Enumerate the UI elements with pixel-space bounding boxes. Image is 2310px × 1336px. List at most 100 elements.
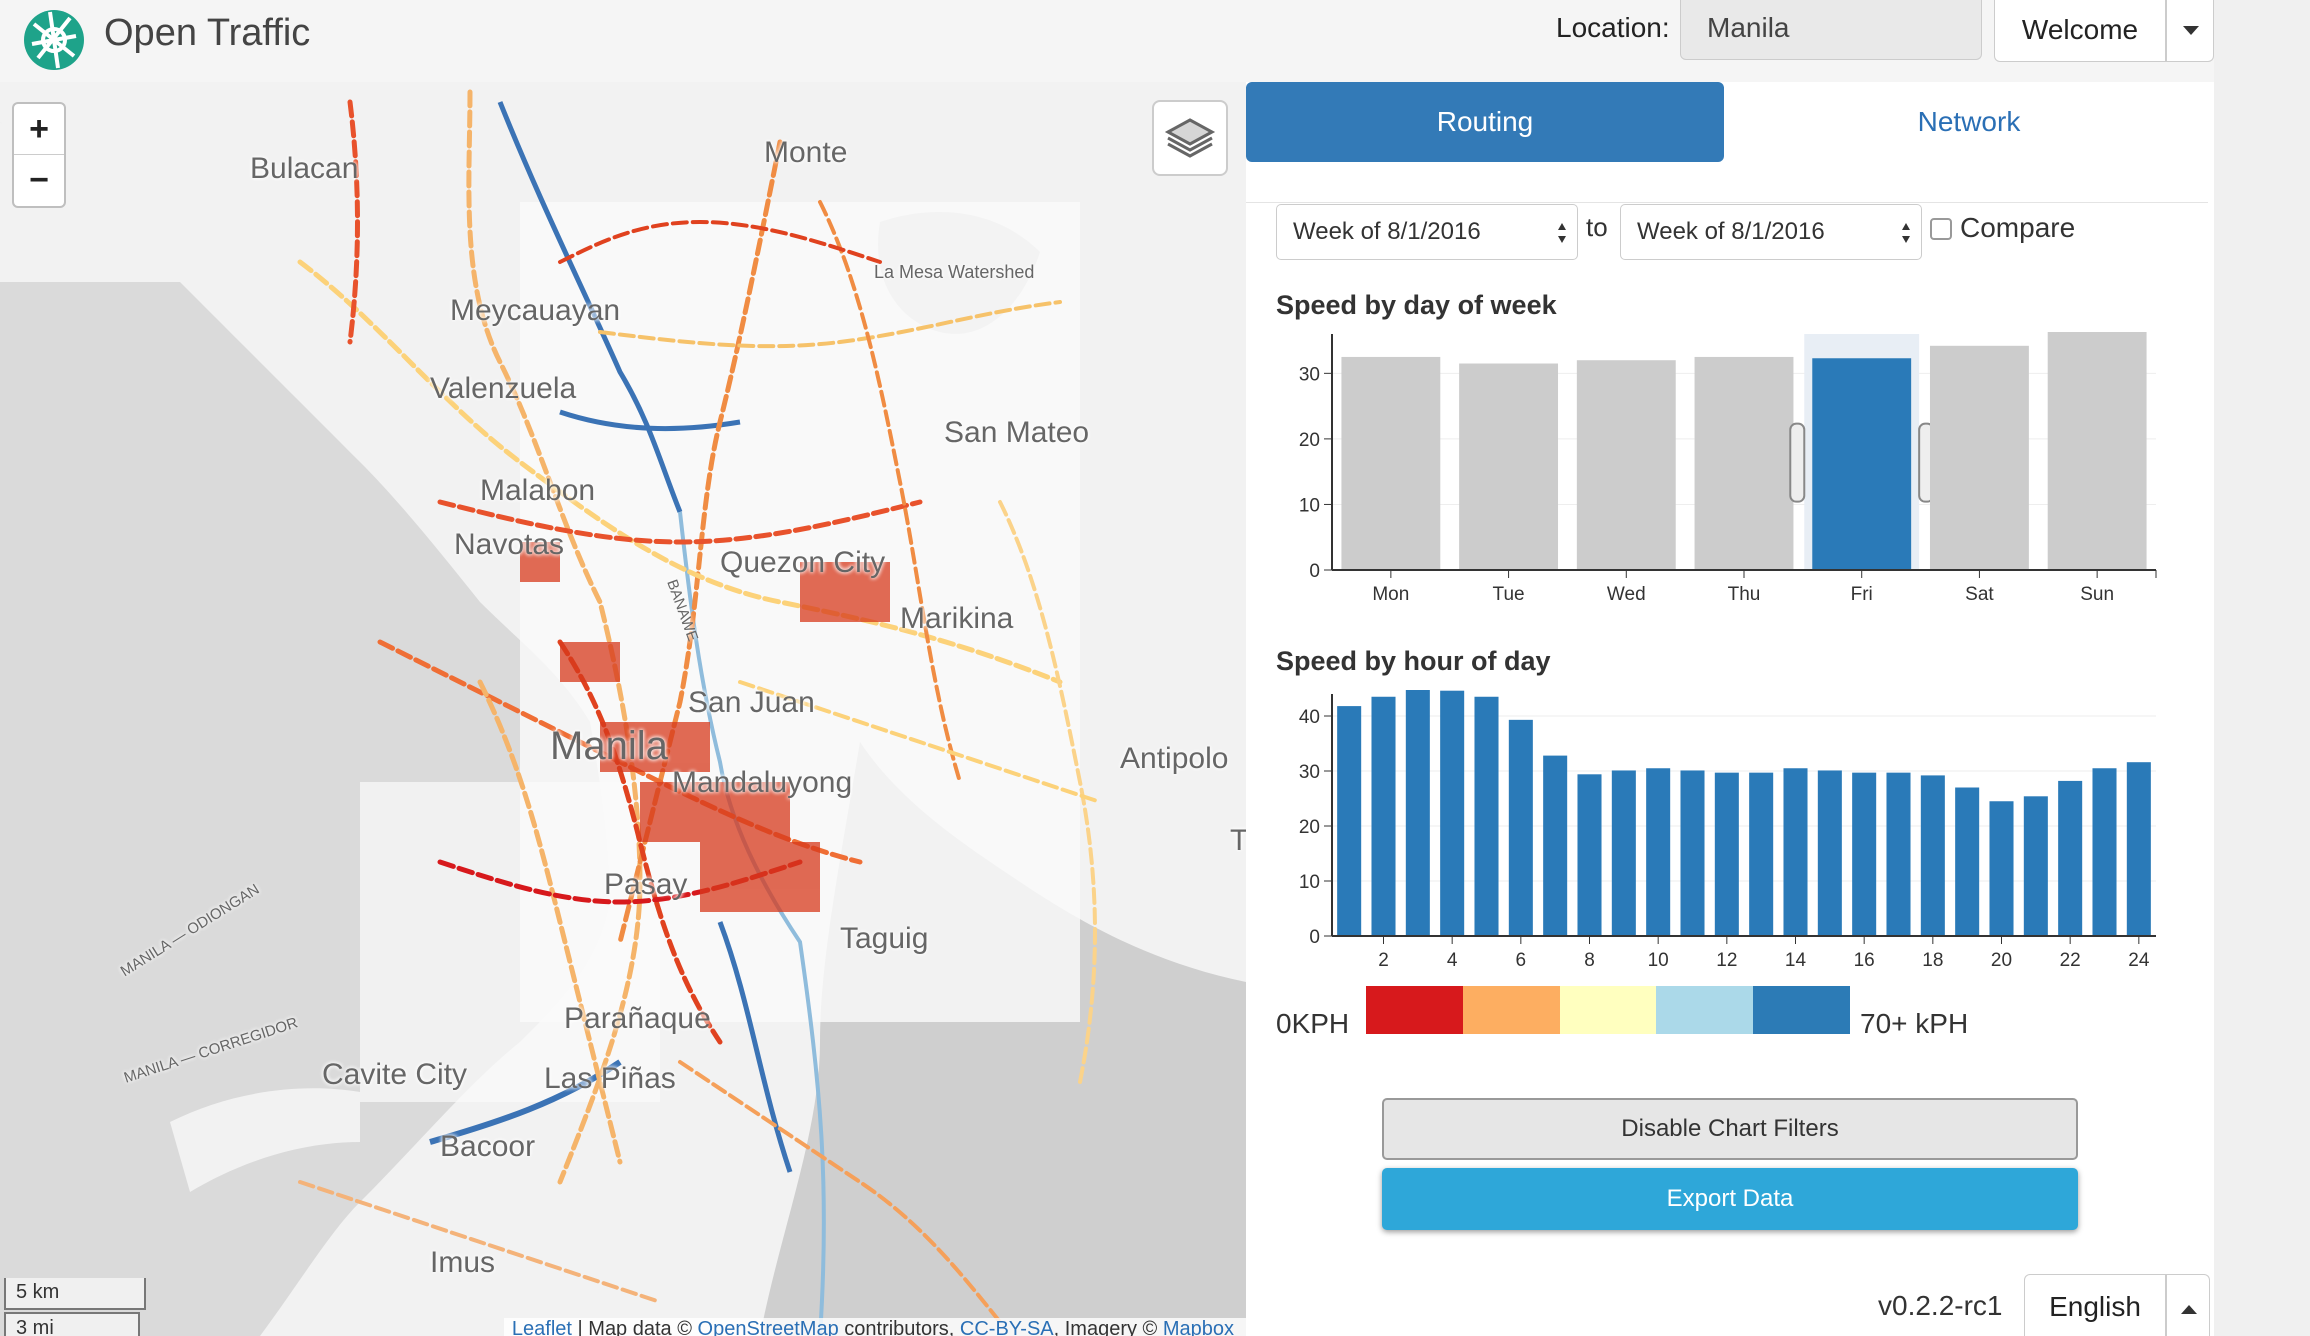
x-tick-label: 10 bbox=[1648, 950, 1669, 971]
y-tick-label: 10 bbox=[1299, 495, 1320, 516]
divider bbox=[1246, 202, 2208, 203]
legend-swatch bbox=[1656, 986, 1754, 1034]
bar bbox=[1920, 775, 1945, 936]
from-week-select[interactable]: Week of 8/1/2016 bbox=[1276, 204, 1578, 260]
zoom-in-button[interactable]: + bbox=[14, 104, 64, 155]
map-label: T bbox=[1230, 824, 1246, 857]
chevron-down-icon bbox=[2183, 26, 2199, 35]
y-tick-label: 0 bbox=[1309, 561, 1320, 582]
brush-handle bbox=[1789, 422, 1806, 503]
bar bbox=[1817, 770, 1842, 936]
x-tick-label: 14 bbox=[1785, 950, 1807, 971]
y-tick-label: 20 bbox=[1299, 817, 1320, 838]
welcome-button[interactable]: Welcome bbox=[1994, 0, 2166, 62]
map-label: Valenzuela bbox=[430, 372, 577, 405]
map-label: Cavite City bbox=[322, 1058, 468, 1091]
x-tick-label: 4 bbox=[1447, 950, 1458, 971]
bar bbox=[1646, 768, 1671, 936]
map-label: Pasay bbox=[604, 868, 688, 901]
zoom-out-button[interactable]: − bbox=[14, 155, 64, 206]
bar bbox=[1459, 363, 1559, 570]
version-label: v0.2.2-rc1 bbox=[1878, 1290, 2003, 1321]
open-traffic-logo-icon[interactable] bbox=[22, 8, 86, 72]
layers-button[interactable] bbox=[1152, 100, 1228, 176]
scale-bar-mi: 3 mi bbox=[4, 1312, 140, 1336]
attribution-text: | Map data © bbox=[571, 1318, 698, 1336]
map-tiles[interactable] bbox=[0, 82, 1246, 1336]
map-label: Imus bbox=[430, 1246, 496, 1279]
legend-swatch bbox=[1559, 986, 1657, 1034]
cc-by-sa-link[interactable]: CC-BY-SA bbox=[960, 1318, 1054, 1336]
language-dropdown-toggle[interactable] bbox=[2166, 1274, 2210, 1336]
map-label: Bulacan bbox=[250, 152, 359, 185]
osm-link[interactable]: OpenStreetMap bbox=[698, 1318, 839, 1336]
attribution-text: contributors, bbox=[838, 1318, 960, 1336]
x-tick-label: Fri bbox=[1851, 584, 1873, 605]
mapbox-link[interactable]: Mapbox bbox=[1163, 1318, 1234, 1336]
top-navbar: Open Traffic Location: Manila Welcome bbox=[0, 0, 2214, 82]
x-tick-label: 24 bbox=[2128, 950, 2150, 971]
x-tick-label: 18 bbox=[1922, 950, 1943, 971]
chart-title-hour: Speed by hour of day bbox=[1276, 646, 1551, 676]
bar bbox=[1783, 768, 1808, 936]
leaflet-link[interactable]: Leaflet bbox=[512, 1318, 572, 1336]
bar bbox=[2092, 768, 2117, 936]
legend-swatch bbox=[1753, 986, 1850, 1034]
bar bbox=[1812, 358, 1912, 570]
legend-swatch bbox=[1462, 986, 1560, 1034]
from-week-value: Week of 8/1/2016 bbox=[1293, 218, 1481, 245]
to-label: to bbox=[1586, 212, 1608, 242]
bar bbox=[1405, 690, 1430, 936]
bar bbox=[1929, 345, 2029, 570]
map-label: Antipolo bbox=[1120, 742, 1229, 775]
legend-min-label: 0KPH bbox=[1276, 1008, 1350, 1039]
bar bbox=[1337, 706, 1362, 936]
x-tick-label: 8 bbox=[1584, 950, 1595, 971]
bar bbox=[1680, 770, 1705, 936]
bar bbox=[2126, 762, 2151, 936]
legend-swatch bbox=[1366, 986, 1463, 1034]
compare-checkbox[interactable] bbox=[1930, 218, 1952, 240]
map-label: Las Piñas bbox=[544, 1062, 676, 1095]
export-data-button[interactable]: Export Data bbox=[1382, 1168, 2078, 1230]
y-tick-label: 30 bbox=[1299, 364, 1320, 385]
bar bbox=[1474, 696, 1499, 936]
location-input[interactable]: Manila bbox=[1680, 0, 1982, 60]
map-label: Quezon City bbox=[720, 546, 886, 579]
app-window: Open Traffic Location: Manila Welcome Bu… bbox=[0, 0, 2214, 1336]
tab-network[interactable]: Network bbox=[1730, 82, 2208, 162]
traffic-map[interactable]: Bulacan Monte La Mesa Watershed Meycauay… bbox=[0, 82, 1246, 1336]
bar bbox=[1371, 696, 1396, 936]
map-label: La Mesa Watershed bbox=[874, 262, 1035, 282]
legend-max-label: 70+ kPH bbox=[1860, 1008, 1969, 1039]
tab-routing[interactable]: Routing bbox=[1246, 82, 1724, 162]
speed-color-legend bbox=[1366, 986, 1850, 1034]
to-week-value: Week of 8/1/2016 bbox=[1637, 218, 1825, 245]
app-title[interactable]: Open Traffic bbox=[104, 12, 310, 55]
welcome-dropdown-toggle[interactable] bbox=[2166, 0, 2214, 62]
to-week-select[interactable]: Week of 8/1/2016 bbox=[1620, 204, 1922, 260]
map-attribution: Leaflet | Map data © OpenStreetMap contr… bbox=[503, 1318, 1246, 1336]
bar bbox=[1886, 772, 1911, 936]
x-tick-label: Wed bbox=[1607, 584, 1646, 605]
x-tick-label: Tue bbox=[1493, 584, 1525, 605]
language-button[interactable]: English bbox=[2024, 1274, 2166, 1336]
side-panel: Routing Network Week of 8/1/2016 to Week… bbox=[1246, 82, 2214, 1336]
bar bbox=[2023, 796, 2048, 936]
map-label: Taguig bbox=[840, 922, 929, 955]
scale-bar-km: 5 km bbox=[4, 1278, 146, 1310]
disable-chart-filters-button[interactable]: Disable Chart Filters bbox=[1382, 1098, 2078, 1160]
background-edge bbox=[2214, 0, 2310, 1336]
y-tick-label: 0 bbox=[1309, 927, 1320, 948]
bar bbox=[2047, 332, 2147, 570]
compare-label[interactable]: Compare bbox=[1960, 212, 2075, 244]
attribution-text: , Imagery © bbox=[1053, 1318, 1163, 1336]
bar bbox=[1714, 772, 1739, 936]
map-label: San Mateo bbox=[944, 416, 1090, 449]
bar bbox=[2058, 780, 2083, 936]
speed-by-day-chart[interactable]: 0 10 20 30 Mon Tue Wed Thu Fri Sat Sun bbox=[1276, 332, 2176, 612]
x-tick-label: 22 bbox=[2060, 950, 2081, 971]
y-tick-label: 40 bbox=[1299, 707, 1320, 728]
speed-by-hour-chart[interactable]: 0102030402 4 6 8 10 12 14 16 18 20 22 24 bbox=[1276, 690, 2176, 978]
x-tick-label: Sat bbox=[1965, 584, 1994, 605]
